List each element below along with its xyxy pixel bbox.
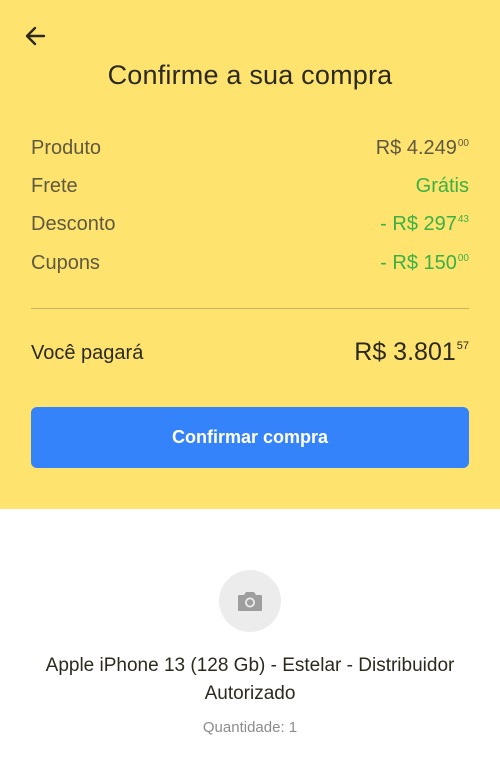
summary-value: R$ 4.24900 [375,137,469,159]
camera-icon [238,592,262,611]
summary-value: - R$ 29743 [380,213,469,235]
confirmation-panel: Confirme a sua compra Produto R$ 4.24900… [0,0,500,509]
product-quantity: Quantidade: 1 [202,719,298,736]
total-value: R$ 3.80157 [354,338,469,366]
summary-row-shipping: Frete Grátis [31,175,469,201]
page-title: Confirme a sua compra [107,60,393,90]
back-arrow-icon[interactable] [22,22,50,50]
summary-value: Grátis [415,175,469,197]
summary-label: Desconto [31,213,116,235]
confirm-purchase-button[interactable]: Confirmar compra [31,407,469,468]
summary-row-coupons: Cupons - R$ 15000 [31,252,469,278]
summary-row-discount: Desconto - R$ 29743 [31,213,469,239]
total-label: Você pagará [31,342,144,364]
summary-label: Cupons [31,252,100,274]
product-name: Apple iPhone 13 (128 Gb) - Estelar - Dis… [45,655,455,704]
summary-row-product: Produto R$ 4.24900 [31,137,469,163]
divider [31,308,469,309]
summary-value: - R$ 15000 [380,252,469,274]
product-image-placeholder [219,570,281,632]
summary-label: Frete [31,175,78,197]
summary-label: Produto [31,137,102,159]
